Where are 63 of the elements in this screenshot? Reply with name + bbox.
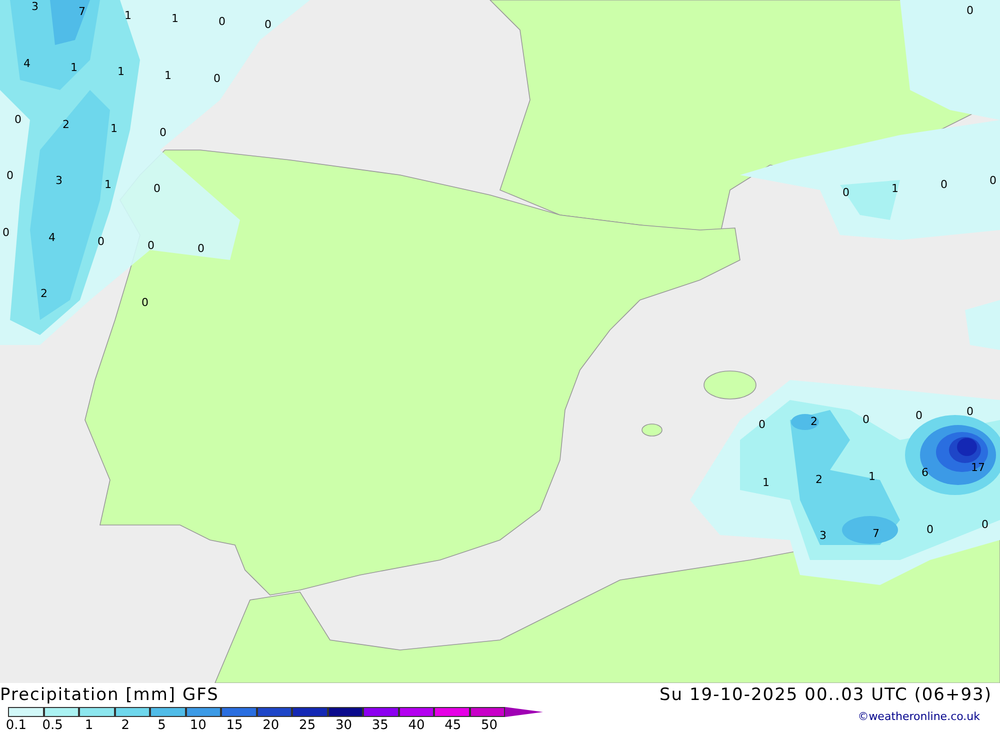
legend-label: 50 [480,718,499,733]
precipitation-value: 0 [198,242,204,255]
precipitation-value: 0 [14,113,22,126]
precipitation-value: 0 [940,178,948,191]
precipitation-value: 0 [862,413,870,426]
legend-label: 20 [262,718,280,733]
precipitation-value: 0 [966,405,974,418]
precipitation-value: 1 [118,65,124,78]
precipitation-value: 0 [6,169,14,182]
precipitation-value: 0 [214,72,220,85]
legend-label: 15 [225,718,244,733]
precipitation-value: 0 [982,518,988,531]
legend-label: 30 [334,718,353,733]
precipitation-value: 2 [816,473,822,486]
precipitation-value: 0 [916,409,922,422]
precipitation-value: 0 [98,235,104,248]
precipitation-value: 2 [40,287,48,300]
precipitation-value: 0 [154,182,160,195]
legend-label: 35 [370,718,390,733]
precipitation-value: 0 [264,18,272,31]
precipitation-value: 1 [70,61,78,74]
precipitation-value: 0 [148,239,154,252]
precipitation-value: 0 [142,296,148,309]
precipitation-value: 0 [758,418,766,431]
legend-label: 1 [84,718,94,733]
precipitation-value: 0 [160,126,166,139]
legend-label: 10 [188,718,208,733]
precipitation-value: 1 [892,182,898,195]
precipitation-value: 0 [966,4,974,17]
precipitation-value: 1 [110,122,118,135]
legend-arrow-icon [505,706,543,718]
precipitation-value: 1 [124,9,132,22]
legend-label: 45 [444,718,462,733]
precipitation-value: 0 [990,174,996,187]
precipitation-value: 4 [24,57,30,70]
map-title: Precipitation [mm] GFS [0,685,219,705]
valid-time: Su 19-10-2025 00..03 UTC (06+93) [659,685,992,705]
legend-label: 0.1 [4,718,28,733]
precipitation-value: 3 [820,529,826,542]
precipitation-value: 6 [922,466,928,479]
precipitation-value: 3 [56,174,62,187]
precipitation-value: 1 [172,12,178,25]
precipitation-value: 2 [810,415,818,428]
precipitation-value: 7 [872,527,880,540]
precipitation-value: 0 [218,15,226,28]
legend-label: 5 [156,718,167,733]
legend-label: 0.5 [41,718,64,733]
precipitation-value: 1 [868,470,876,483]
precipitation-value: 1 [164,69,172,82]
credit-link[interactable]: ©weatheronline.co.uk [858,710,1000,723]
precipitation-value: 3 [32,0,38,13]
legend-label: 40 [407,718,426,733]
legend-label: 2 [120,718,130,733]
precipitation-value: 0 [2,226,10,239]
precipitation-value: 0 [842,186,850,199]
precipitation-value: 2 [62,118,70,131]
precipitation-value: 7 [78,5,86,18]
legend-label: 25 [298,718,317,733]
precipitation-value: 1 [762,476,770,489]
precipitation-value: 17 [971,461,985,474]
precipitation-value: 4 [48,231,56,244]
precipitation-value: 1 [104,178,112,191]
precipitation-value: 0 [926,523,934,536]
